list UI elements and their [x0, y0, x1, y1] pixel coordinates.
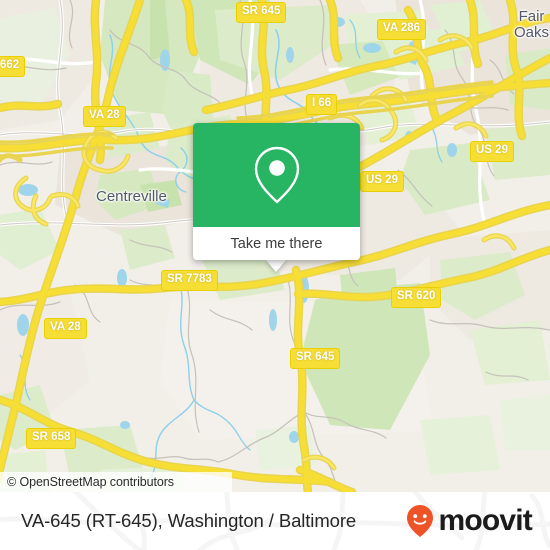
location-title: VA-645 (RT-645), Washington / Baltimore — [21, 492, 356, 550]
place-label-fair-oaks-line2: Oaks — [514, 23, 550, 41]
popup-pointer-tail — [265, 259, 287, 272]
location-title-text: VA-645 (RT-645), Washington / Baltimore — [21, 510, 357, 531]
shield-va-28-north[interactable]: VA 28 — [83, 106, 126, 127]
place-label-fair-oaks: Fair Oaks — [514, 9, 549, 41]
moovit-wordmark: moovit — [438, 504, 532, 537]
shield-sr-662[interactable]: 662 — [0, 56, 26, 77]
attribution-text: © OpenStreetMap contributors — [7, 475, 174, 489]
shield-us-29-west[interactable]: US 29 — [360, 171, 404, 192]
place-label-centreville: Centreville — [96, 188, 167, 205]
popup-image-placeholder — [193, 123, 360, 227]
map-pin-icon — [254, 146, 299, 204]
popup-cta-button[interactable]: Take me there — [193, 227, 360, 260]
shield-i-66[interactable]: I 66 — [306, 94, 338, 115]
map-viewport[interactable]: SR 645 VA 286 662 VA 28 I 66 US 29 US 29… — [0, 0, 550, 492]
popup-cta-label: Take me there — [230, 235, 323, 252]
shield-sr-620[interactable]: SR 620 — [391, 287, 442, 308]
moovit-logo[interactable]: moovit — [405, 492, 533, 550]
map-attribution[interactable]: © OpenStreetMap contributors — [0, 472, 232, 492]
footer-bar: VA-645 (RT-645), Washington / Baltimore … — [0, 492, 550, 550]
shield-sr-658[interactable]: SR 658 — [26, 428, 77, 449]
take-me-there-popup[interactable]: Take me there — [193, 123, 360, 260]
shield-us-29-east[interactable]: US 29 — [470, 141, 514, 162]
place-label-fair-oaks-line1: Fair — [518, 8, 545, 25]
shield-sr-645-south[interactable]: SR 645 — [290, 348, 341, 369]
shield-va-28-mid[interactable]: VA 28 — [44, 318, 87, 339]
shield-sr-7783[interactable]: SR 7783 — [161, 270, 218, 291]
shield-va-286[interactable]: VA 286 — [377, 19, 427, 40]
shield-sr-645-north[interactable]: SR 645 — [236, 2, 287, 23]
moovit-pin-smile-icon — [407, 505, 434, 537]
